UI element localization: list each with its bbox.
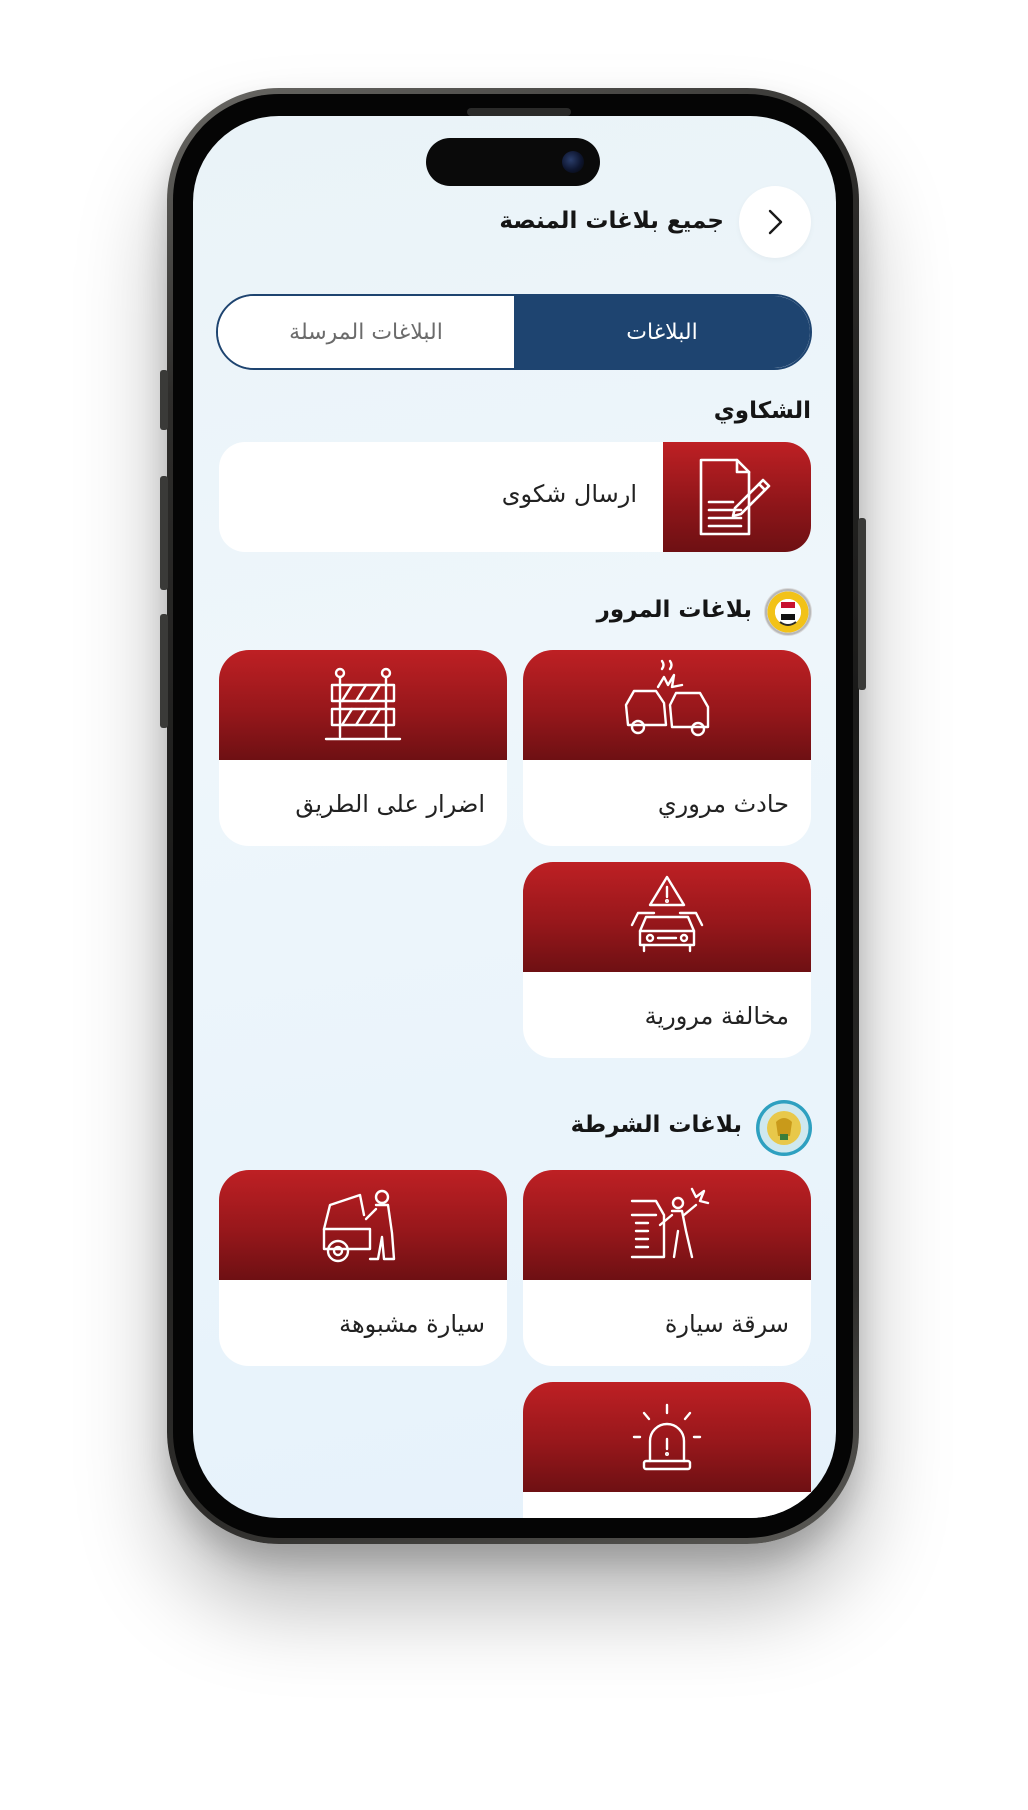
- tile-suspicious-car-header: [219, 1170, 507, 1280]
- traffic-directorate-logo: [764, 588, 812, 636]
- car-crash-icon: [624, 659, 710, 737]
- tile-police-alert[interactable]: [523, 1382, 811, 1518]
- complaint-icon-panel: [663, 442, 811, 552]
- tile-traffic-violation-label: مخالفة مرورية: [644, 1002, 789, 1030]
- page-title: جميع بلاغات المنصة: [499, 208, 724, 234]
- suspicious-car-icon: [322, 1189, 396, 1263]
- traffic-violation-icon: [630, 875, 704, 953]
- tile-suspicious-car[interactable]: سيارة مشبوهة: [219, 1170, 507, 1366]
- police-section-title: بلاغات الشرطة: [570, 1112, 742, 1138]
- alarm-siren-icon: [632, 1403, 702, 1471]
- speaker-slot: [467, 108, 571, 116]
- power-button: [858, 518, 866, 690]
- complaints-section-title: الشكاوي: [713, 398, 811, 424]
- volume-down-button: [160, 614, 168, 728]
- action-button: [160, 370, 168, 430]
- tab-switcher: البلاغات البلاغات المرسلة: [216, 294, 812, 370]
- dynamic-island: [426, 138, 600, 186]
- police-logo: [756, 1100, 812, 1156]
- car-theft-icon: [630, 1187, 710, 1259]
- chevron-right-icon: [768, 209, 783, 235]
- tab-sent-reports[interactable]: البلاغات المرسلة: [218, 296, 514, 368]
- tile-car-theft-header: [523, 1170, 811, 1280]
- tile-traffic-violation-header: [523, 862, 811, 972]
- traffic-section-title: بلاغات المرور: [596, 597, 752, 623]
- app-screen: جميع بلاغات المنصة البلاغات البلاغات الم…: [193, 116, 836, 1518]
- back-button[interactable]: [739, 186, 811, 258]
- tile-road-damage[interactable]: اضرار على الطريق: [219, 650, 507, 846]
- tile-road-damage-label: اضرار على الطريق: [295, 790, 485, 818]
- tile-car-theft-label: سرقة سيارة: [664, 1310, 789, 1338]
- tile-traffic-violation[interactable]: مخالفة مرورية: [523, 862, 811, 1058]
- volume-up-button: [160, 476, 168, 590]
- tile-traffic-accident-header: [523, 650, 811, 760]
- tile-traffic-accident-label: حادث مروري: [657, 790, 789, 818]
- camera-icon: [562, 151, 584, 173]
- tile-car-theft[interactable]: سرقة سيارة: [523, 1170, 811, 1366]
- send-complaint-label: ارسال شكوى: [501, 480, 637, 508]
- tile-road-damage-header: [219, 650, 507, 760]
- tab-reports[interactable]: البلاغات: [514, 296, 810, 368]
- tile-suspicious-car-label: سيارة مشبوهة: [339, 1310, 485, 1338]
- send-complaint-card[interactable]: ارسال شكوى: [219, 442, 811, 552]
- tile-police-alert-header: [523, 1382, 811, 1492]
- tile-traffic-accident[interactable]: حادث مروري: [523, 650, 811, 846]
- road-barrier-icon: [324, 667, 402, 741]
- document-edit-icon: [699, 458, 771, 536]
